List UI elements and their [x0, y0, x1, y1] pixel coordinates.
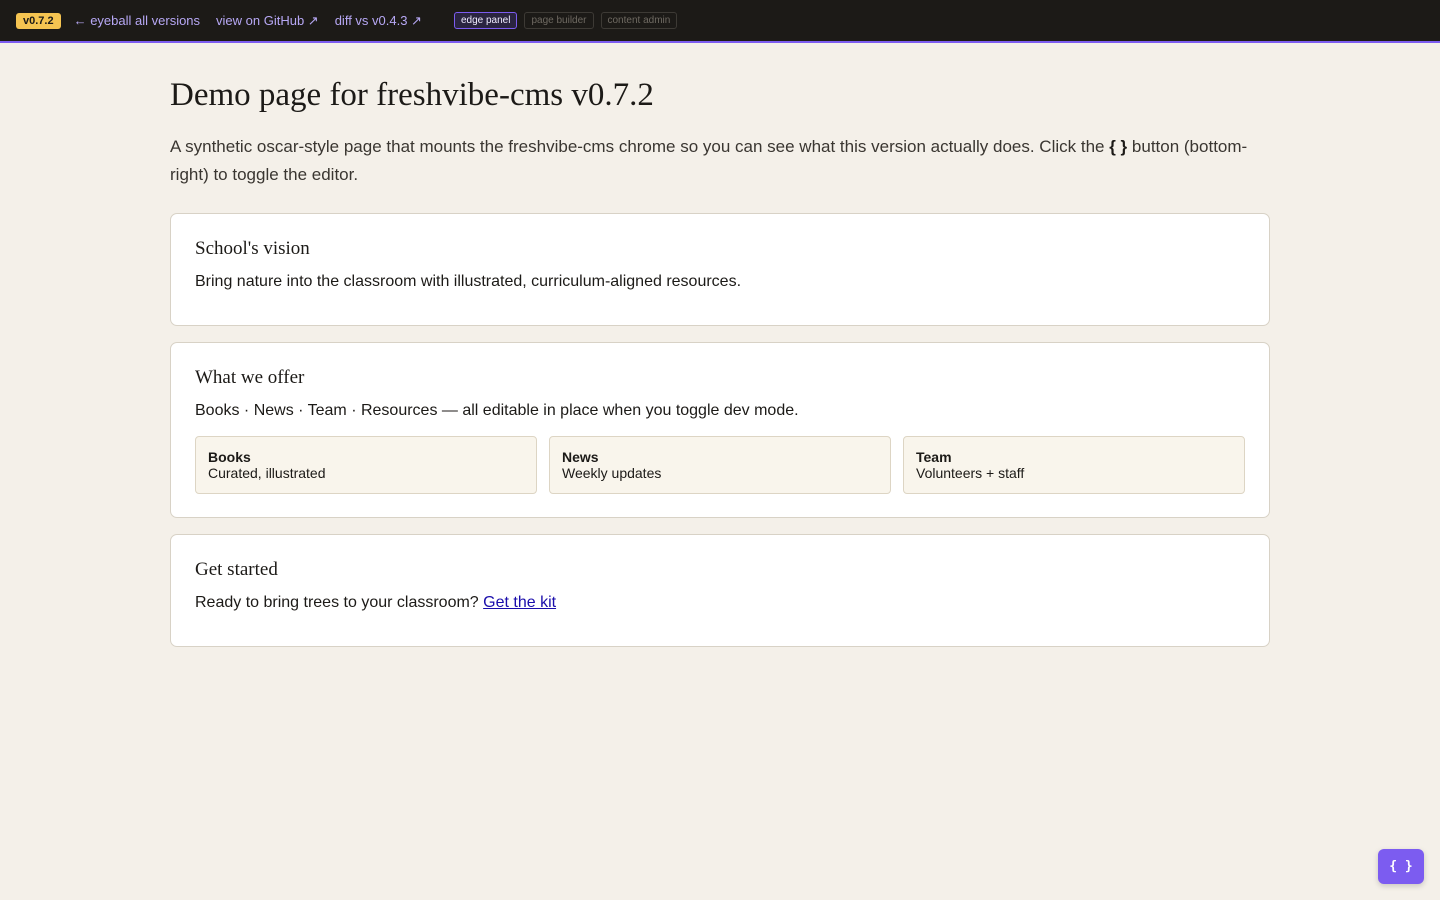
mode-content-admin-button[interactable]: content admin [600, 12, 678, 29]
offer-card: What we offer Books · News · Team · Reso… [170, 342, 1270, 518]
offer-item-title: News [562, 449, 599, 465]
top-bar: v0.7.2 ← eyeball all versions view on Gi… [0, 0, 1440, 43]
vision-card: School's vision Bring nature into the cl… [170, 213, 1270, 326]
get-the-kit-link[interactable]: Get the kit [483, 594, 556, 611]
get-started-text: Ready to bring trees to your classroom? [195, 594, 484, 611]
mode-edge-panel-button[interactable]: edge panel [453, 12, 518, 29]
offer-item-title: Team [916, 449, 952, 465]
get-started-card: Get started Ready to bring trees to your… [170, 534, 1270, 647]
offer-grid: Books Curated, illustrated News Weekly u… [195, 436, 1245, 494]
get-started-title: Get started [195, 559, 278, 580]
eyeball-all-versions-link[interactable]: ← eyeball all versions [74, 13, 200, 28]
offer-item-team: Team Volunteers + staff [903, 436, 1245, 494]
offer-item-books: Books Curated, illustrated [195, 436, 537, 494]
intro-text-start: A synthetic oscar-style page that mounts… [170, 137, 1110, 156]
page-title: Demo page for freshvibe-cms v0.7.2 [170, 77, 654, 113]
offer-item-title: Books [208, 449, 251, 465]
diff-versions-link[interactable]: diff vs v0.4.3 ↗ [335, 13, 422, 29]
offer-item-subtitle: Weekly updates [562, 465, 662, 481]
offer-item-subtitle: Curated, illustrated [208, 465, 326, 481]
offer-item-news: News Weekly updates [549, 436, 891, 494]
editor-toggle-button[interactable]: { } [1378, 849, 1424, 884]
editor-toggle-hint: { } [1109, 137, 1128, 156]
offer-item-subtitle: Volunteers + staff [916, 465, 1025, 481]
version-badge: v0.7.2 [16, 12, 61, 29]
get-started-body: Ready to bring trees to your classroom? … [195, 593, 1245, 613]
mode-switcher: edge panel page builder content admin [453, 12, 678, 29]
offer-body: Books · News · Team · Resources — all ed… [195, 402, 799, 419]
view-on-github-link[interactable]: view on GitHub ↗ [216, 13, 319, 29]
vision-title: School's vision [195, 238, 310, 259]
main-content: Demo page for freshvibe-cms v0.7.2 A syn… [170, 43, 1270, 647]
intro-text: A synthetic oscar-style page that mounts… [170, 133, 1270, 189]
vision-body: Bring nature into the classroom with ill… [195, 273, 742, 290]
mode-page-builder-button[interactable]: page builder [524, 12, 594, 29]
offer-title: What we offer [195, 367, 305, 388]
